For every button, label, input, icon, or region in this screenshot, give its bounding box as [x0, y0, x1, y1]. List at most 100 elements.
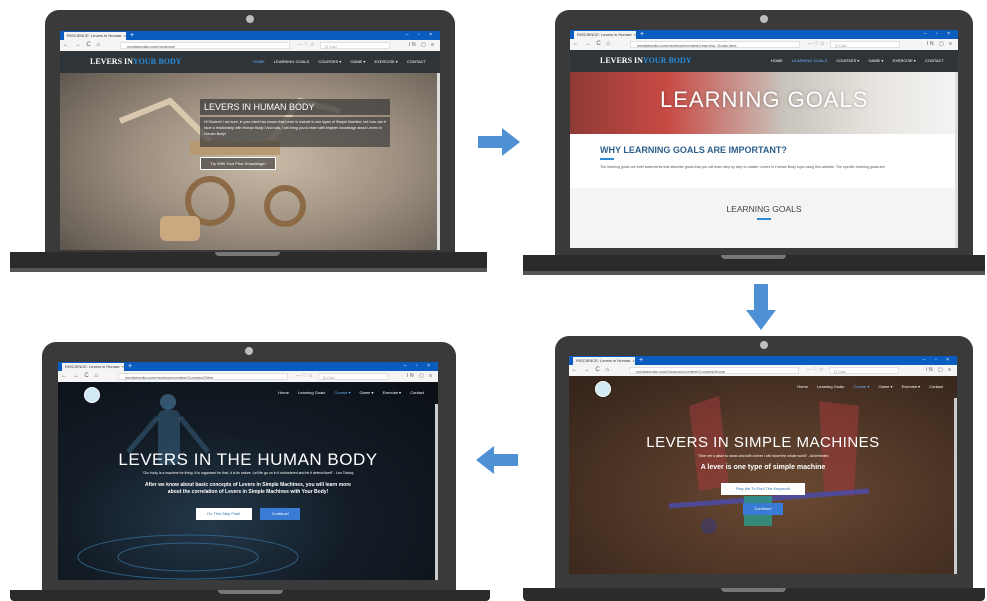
browser-tab[interactable]: RISCIENCE: Levers in Human: ×: [573, 357, 635, 365]
new-tab-icon[interactable]: +: [130, 31, 134, 40]
menu-contact[interactable]: Contact: [410, 390, 424, 395]
site-menu: Home Learning Goals Course ▾ Game ▾ Exer…: [789, 376, 943, 398]
menu-learning-goals[interactable]: LEARNING GOALS: [792, 58, 827, 63]
menu-home[interactable]: Home: [278, 390, 289, 395]
menu-home[interactable]: Home: [797, 384, 808, 389]
laptop-notch: [721, 255, 786, 259]
tab-bar: RISCIENCE: Levers in Human: × + – ▫ ×: [60, 31, 440, 40]
window-controls[interactable]: – ▫ ×: [923, 356, 953, 365]
site-nav: LEVERS INYOUR BODY HOME LEARNING GOALS C…: [60, 51, 440, 73]
laptop-learning-goals: RISCIENCE: Levers in Human: × + – ▫ × ← …: [520, 0, 987, 275]
search-input[interactable]: Q Cari: [320, 42, 390, 49]
nav-buttons[interactable]: ← → C ⌂: [572, 365, 611, 376]
menu-game[interactable]: GAME ▾: [350, 59, 365, 64]
window-controls[interactable]: – ▫ ×: [404, 362, 434, 371]
page-content: LEVERS INYOUR BODY HOME LEARNING GOALS C…: [570, 50, 958, 248]
menu-home[interactable]: HOME: [253, 59, 265, 64]
banner-title: LEARNING GOALS: [660, 87, 869, 112]
site-logo[interactable]: LEVERS INYOUR BODY: [600, 50, 692, 72]
laptop-notch: [215, 252, 280, 256]
search-input[interactable]: Q Cari: [829, 367, 899, 374]
menu-learning-goals[interactable]: Learning Goals: [298, 390, 325, 395]
browser-tab[interactable]: RISCIENCE: Levers in Human: ×: [64, 32, 126, 40]
menu-course[interactable]: Course ▾: [853, 384, 869, 389]
scrollbar[interactable]: [954, 398, 957, 574]
toolbar-icons[interactable]: IN ▢ ≡: [926, 365, 953, 376]
continue-row: Continue!: [569, 497, 957, 515]
url-input[interactable]: mediaenglia.com/riscience/content/Learni…: [630, 41, 800, 48]
menu-game[interactable]: Game ▾: [359, 390, 373, 395]
nav-buttons[interactable]: ← → C ⌂: [63, 40, 102, 51]
prior-knowledge-button[interactable]: Try With Your Prior Knowledge!: [200, 157, 276, 170]
browser-tab[interactable]: RISCIENCE: Levers in Human: ×: [62, 363, 124, 371]
webcam: [245, 347, 253, 355]
menu-contact[interactable]: Contact: [929, 384, 943, 389]
menu-game[interactable]: Game ▾: [878, 384, 892, 389]
site-menu: Home Learning Goals Course ▾ Game ▾ Exer…: [270, 382, 424, 404]
toolbar-icons[interactable]: IN ▢ ≡: [927, 39, 954, 50]
page-actions-icon[interactable]: ··· ♡ ☆: [298, 40, 315, 51]
tab-bar: RISCIENCE: Levers in Human: × + – ▫ ×: [570, 30, 958, 39]
menu-contact[interactable]: CONTACT: [925, 58, 944, 63]
menu-exercise[interactable]: EXERCISE ▾: [892, 58, 915, 63]
laptop-home: RISCIENCE: Levers in Human: × + – ▫ × ← …: [0, 0, 490, 275]
webcam: [760, 341, 768, 349]
find-keyword-row: Play Me To Find The Keyword!: [569, 477, 957, 495]
goals-underline: [757, 218, 771, 220]
menu-courses[interactable]: COURSES ▾: [836, 58, 859, 63]
menu-learning-goals[interactable]: Learning Goals: [817, 384, 844, 389]
search-input[interactable]: Q Cari: [318, 373, 388, 380]
menu-exercise[interactable]: EXERCISE ▾: [374, 59, 397, 64]
menu-courses[interactable]: COURSES ▾: [318, 59, 341, 64]
new-tab-icon[interactable]: +: [128, 362, 132, 371]
section-title: WHY LEARNING GOALS ARE IMPORTANT?: [600, 145, 787, 155]
menu-home[interactable]: HOME: [771, 58, 783, 63]
continue-button[interactable]: Continue!: [743, 503, 783, 515]
arrow-down-icon: [746, 284, 776, 330]
site-logo[interactable]: LEVERS INYOUR BODY: [90, 51, 182, 73]
scrollbar[interactable]: [437, 73, 440, 250]
menu-course[interactable]: Course ▾: [334, 390, 350, 395]
menu-exercise[interactable]: Exercise ▾: [383, 390, 401, 395]
new-tab-icon[interactable]: +: [640, 30, 644, 39]
toolbar-icons[interactable]: IN ▢ ≡: [409, 40, 436, 51]
laptop-base: [523, 255, 985, 275]
site-logo[interactable]: [84, 387, 100, 403]
continue-button[interactable]: Continue!: [260, 508, 301, 520]
scrollbar[interactable]: [435, 404, 438, 580]
nav-buttons[interactable]: ← → C ⌂: [61, 371, 100, 382]
menu-exercise[interactable]: Exercise ▾: [902, 384, 920, 389]
tab-bar: RISCIENCE: Levers in Human: × + – ▫ ×: [58, 362, 438, 371]
menu-contact[interactable]: CONTACT: [407, 59, 426, 64]
webcam: [760, 15, 768, 23]
toolbar-icons[interactable]: IN ▢ ≡: [407, 371, 434, 382]
do-this-step-first-button[interactable]: Do This Step First!: [195, 508, 252, 520]
hero-title: LEVERS IN HUMAN BODY: [200, 99, 390, 115]
find-keyword-button[interactable]: Play Me To Find The Keyword!: [721, 483, 805, 495]
window-controls[interactable]: – ▫ ×: [924, 30, 954, 39]
url-input[interactable]: mediaenglia.com/riscience/content/Course…: [118, 373, 288, 380]
window-controls[interactable]: – ▫ ×: [406, 31, 436, 40]
button-row: Do This Step First! Continue!: [58, 502, 438, 520]
url-input[interactable]: mediaenglia.com/riscience/content/Course…: [629, 367, 799, 374]
laptop-base: [10, 252, 487, 272]
archimedes-quote: "Give me a place to stand and with a lev…: [697, 454, 829, 458]
search-input[interactable]: Q Cari: [830, 41, 900, 48]
menu-game[interactable]: GAME ▾: [868, 58, 883, 63]
page-actions-icon[interactable]: ··· ♡ ☆: [807, 365, 824, 376]
menu-learning-goals[interactable]: LEARNING GOALS: [274, 59, 309, 64]
url-input[interactable]: mediaenglia.com/riscience/: [120, 42, 290, 49]
laptop-human-body: RISCIENCE: Levers in Human: × + – ▫ × ← …: [0, 336, 490, 601]
nav-buttons[interactable]: ← → C ⌂: [573, 39, 612, 50]
page-actions-icon[interactable]: ··· ♡ ☆: [808, 39, 825, 50]
site-nav: Home Learning Goals Course ▾ Game ▾ Exer…: [569, 376, 957, 398]
site-logo[interactable]: [595, 381, 611, 397]
page-actions-icon[interactable]: ··· ♡ ☆: [296, 371, 313, 382]
scrollbar[interactable]: [955, 72, 958, 248]
browser-window: RISCIENCE: Levers in Human: × + – ▫ × ← …: [569, 356, 957, 574]
browser-window: RISCIENCE: Levers in Human: × + – ▫ × ← …: [58, 362, 438, 580]
browser-tab[interactable]: RISCIENCE: Levers in Human: ×: [574, 31, 636, 39]
subtitle: A lever is one type of simple machine: [700, 464, 826, 471]
laptop-edge: [10, 268, 487, 272]
new-tab-icon[interactable]: +: [639, 356, 643, 365]
